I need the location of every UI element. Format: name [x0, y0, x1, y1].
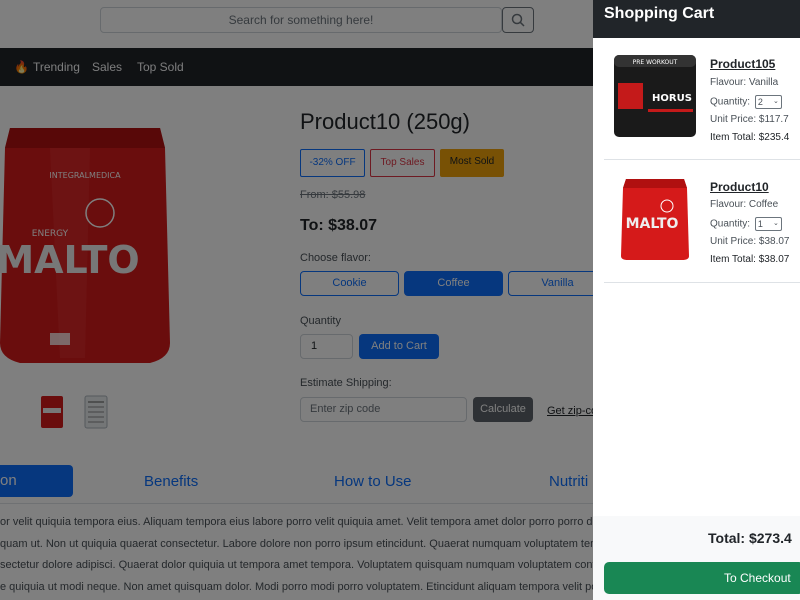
cart-item: MALTO Product10 Flavour: Coffee Quantity…	[604, 172, 800, 282]
quantity-label: Quantity:	[710, 96, 751, 108]
cart-item-total: Item Total: $38.07	[710, 254, 790, 265]
cart-item-total: Item Total: $235.4	[710, 132, 790, 143]
cart-item-flavour: Flavour: Vanilla	[710, 77, 779, 88]
cart-title: Shopping Cart	[593, 0, 800, 38]
cart-item-name[interactable]: Product10	[710, 180, 769, 194]
chevron-down-icon: ⌄	[772, 220, 779, 227]
cart-item-image[interactable]: PRE WORKOUT HORUS	[612, 53, 698, 139]
quantity-select[interactable]: 2 ⌄	[754, 95, 782, 109]
cart-item-quantity: Quantity: 2 ⌄	[710, 95, 782, 109]
cart-item-quantity: Quantity: 1 ⌄	[710, 217, 782, 231]
shopping-cart-drawer: Shopping Cart PRE WORKOUT HORUS Product1…	[593, 0, 800, 600]
cart-item-name[interactable]: Product105	[710, 57, 775, 71]
cart-item-unit-price: Unit Price: $38.07	[710, 236, 790, 247]
quantity-label: Quantity:	[710, 218, 751, 230]
cart-item-image[interactable]: MALTO	[612, 176, 698, 262]
cart-item-image-text: MALTO	[626, 216, 679, 232]
cart-item-flavour: Flavour: Coffee	[710, 199, 779, 210]
quantity-select[interactable]: 1 ⌄	[754, 217, 782, 231]
cart-item: PRE WORKOUT HORUS Product105 Flavour: Va…	[604, 48, 800, 160]
quantity-value: 2	[757, 97, 763, 107]
checkout-button[interactable]: To Checkout	[604, 562, 800, 594]
cart-item-image-top: PRE WORKOUT	[633, 59, 678, 66]
cart-item-divider	[604, 159, 800, 160]
chevron-down-icon: ⌄	[772, 98, 779, 105]
cart-item-image-text: HORUS	[652, 93, 692, 104]
cart-item-unit-price: Unit Price: $117.7	[710, 114, 789, 125]
cart-footer: Total: $273.4 To Checkout	[593, 516, 800, 600]
quantity-value: 1	[757, 219, 763, 229]
cart-total: Total: $273.4	[708, 530, 792, 546]
cart-item-divider	[604, 282, 800, 283]
